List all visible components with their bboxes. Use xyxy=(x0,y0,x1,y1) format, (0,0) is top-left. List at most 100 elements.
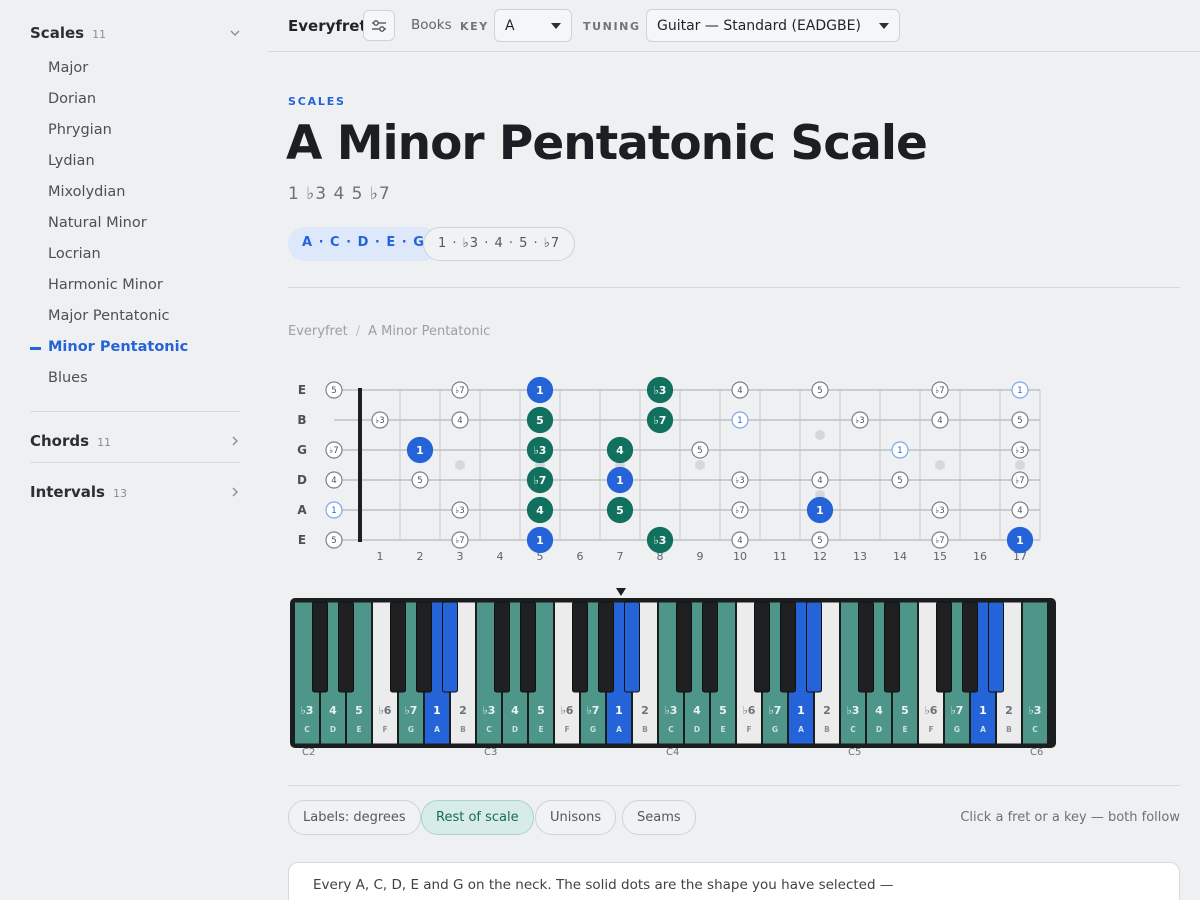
fret-dot[interactable]: ♭7 xyxy=(731,501,749,519)
rest-of-scale-toggle[interactable]: Rest of scale xyxy=(421,800,534,835)
fret-dot[interactable]: 4 xyxy=(451,411,469,429)
labels-toggle[interactable]: Labels: degrees xyxy=(288,800,421,835)
piano-black-key[interactable] xyxy=(494,601,510,693)
piano-black-key[interactable] xyxy=(624,601,640,693)
piano-black-key[interactable] xyxy=(598,601,614,693)
breadcrumb-root[interactable]: Everyfret xyxy=(288,324,348,339)
piano-black-key[interactable] xyxy=(858,601,874,693)
sidebar-item-harmonic-minor[interactable]: Harmonic Minor xyxy=(48,277,163,293)
piano-black-key[interactable] xyxy=(312,601,328,693)
sidebar-item-natural-minor[interactable]: Natural Minor xyxy=(48,215,147,231)
fret-dot[interactable]: 4 xyxy=(731,531,749,549)
fret-dot[interactable]: 4 xyxy=(1011,501,1029,519)
sidebar-item-mixolydian[interactable]: Mixolydian xyxy=(48,184,125,200)
sidebar-item-major-pentatonic[interactable]: Major Pentatonic xyxy=(48,308,170,324)
piano-white-key[interactable]: ♭3 C xyxy=(1022,601,1048,745)
fret-dot[interactable]: ♭7 xyxy=(1011,471,1029,489)
settings-button[interactable] xyxy=(363,10,395,41)
fret-dot[interactable]: 1 xyxy=(406,436,434,464)
sidebar-item-lydian[interactable]: Lydian xyxy=(48,153,95,169)
fret-dot[interactable]: ♭3 xyxy=(731,471,749,489)
piano-black-key[interactable] xyxy=(936,601,952,693)
fret-dot[interactable]: 1 xyxy=(891,441,909,459)
piano-black-key[interactable] xyxy=(520,601,536,693)
piano-black-key[interactable] xyxy=(676,601,692,693)
fret-dot[interactable]: 1 xyxy=(731,411,749,429)
fret-dot[interactable]: ♭3 xyxy=(1011,441,1029,459)
piano-black-key[interactable] xyxy=(754,601,770,693)
chords-section-header[interactable]: Chords 11 xyxy=(30,432,242,450)
brand-logo[interactable]: Everyfret xyxy=(288,17,367,35)
fret-dot[interactable]: ♭3 xyxy=(646,526,674,554)
piano-black-key[interactable] xyxy=(962,601,978,693)
fret-dot[interactable]: ♭7 xyxy=(451,531,469,549)
fret-dot[interactable]: ♭3 xyxy=(851,411,869,429)
fret-dot[interactable]: ♭3 xyxy=(451,501,469,519)
top-bar: Everyfret Books KEY A TUNING Guitar — St… xyxy=(268,0,1200,52)
fret-dot[interactable]: 5 xyxy=(1011,411,1029,429)
sidebar-item-locrian[interactable]: Locrian xyxy=(48,246,101,262)
piano-black-key[interactable] xyxy=(780,601,796,693)
piano-black-key[interactable] xyxy=(416,601,432,693)
tuning-select[interactable]: Guitar — Standard (EADGBE) xyxy=(646,9,900,42)
fret-dot[interactable]: 5 xyxy=(411,471,429,489)
fret-dot[interactable]: 5 xyxy=(691,441,709,459)
fret-dot[interactable]: 4 xyxy=(526,496,554,524)
fret-dot[interactable]: 1 xyxy=(806,496,834,524)
fret-dot[interactable]: 1 xyxy=(1006,526,1034,554)
books-link[interactable]: Books xyxy=(411,17,452,33)
fret-dot[interactable]: ♭7 xyxy=(646,406,674,434)
piano-black-key[interactable] xyxy=(338,601,354,693)
fret-dot[interactable]: 4 xyxy=(931,411,949,429)
unisons-toggle[interactable]: Unisons xyxy=(535,800,617,835)
scales-section-header[interactable]: Scales 11 xyxy=(30,24,242,42)
notes-pill[interactable]: A · C · D · E · G xyxy=(288,227,439,261)
fret-dot[interactable]: ♭7 xyxy=(931,381,949,399)
fret-dot[interactable]: 1 xyxy=(606,466,634,494)
sidebar-item-minor-pentatonic[interactable]: Minor Pentatonic xyxy=(48,339,188,355)
fret-dot[interactable]: ♭3 xyxy=(371,411,389,429)
piano-black-key[interactable] xyxy=(806,601,822,693)
sidebar-item-phrygian[interactable]: Phrygian xyxy=(48,122,112,138)
fret-dot[interactable]: 5 xyxy=(811,531,829,549)
sidebar-item-dorian[interactable]: Dorian xyxy=(48,91,96,107)
fret-dot[interactable]: 5 xyxy=(891,471,909,489)
fret-dot[interactable]: 4 xyxy=(731,381,749,399)
degrees-pill[interactable]: 1 · ♭3 · 4 · 5 · ♭7 xyxy=(423,227,576,261)
sliders-icon xyxy=(372,19,386,32)
fret-number: 1 xyxy=(377,550,384,563)
fret-dot[interactable]: 1 xyxy=(526,376,554,404)
seams-toggle[interactable]: Seams xyxy=(622,800,696,835)
fret-dot[interactable]: 5 xyxy=(325,381,343,399)
sidebar-item-major[interactable]: Major xyxy=(48,60,88,76)
piano-black-key[interactable] xyxy=(884,601,900,693)
fret-dot[interactable]: 1 xyxy=(526,526,554,554)
fret-dot[interactable]: 5 xyxy=(526,406,554,434)
fret-dot[interactable]: ♭7 xyxy=(451,381,469,399)
fret-dot[interactable]: 4 xyxy=(325,471,343,489)
piano-black-key[interactable] xyxy=(390,601,406,693)
intervals-section-header[interactable]: Intervals 13 xyxy=(30,483,242,501)
fret-dot[interactable]: ♭7 xyxy=(526,466,554,494)
fret-dot[interactable]: 1 xyxy=(1011,381,1029,399)
fret-dot[interactable]: 5 xyxy=(606,496,634,524)
fretboard[interactable]: EBGDAE1 2 3 4 5 6 7 8 9 10 11 12 13 14 15 16 175♭7415♭7 1… xyxy=(288,372,1058,567)
string-label: G xyxy=(297,443,307,457)
key-select[interactable]: A xyxy=(494,9,572,42)
fret-dot[interactable]: ♭3 xyxy=(526,436,554,464)
piano-keyboard[interactable]: ♭3 C 4 D 5 E ♭6 F ♭7 G 1 A 2 B ♭3 C 4 D 5 E ♭6 F ♭7 G 1 A 2 B ♭3 C 4 D 5… xyxy=(290,598,1056,748)
sidebar-item-blues[interactable]: Blues xyxy=(48,370,88,386)
fret-dot[interactable]: ♭3 xyxy=(646,376,674,404)
piano-black-key[interactable] xyxy=(572,601,588,693)
fret-dot[interactable]: 4 xyxy=(811,471,829,489)
piano-black-key[interactable] xyxy=(442,601,458,693)
fret-dot[interactable]: 5 xyxy=(811,381,829,399)
fret-dot[interactable]: ♭7 xyxy=(931,531,949,549)
fret-dot[interactable]: 4 xyxy=(606,436,634,464)
fret-dot[interactable]: 5 xyxy=(325,531,343,549)
fret-dot[interactable]: ♭3 xyxy=(931,501,949,519)
piano-black-key[interactable] xyxy=(988,601,1004,693)
fret-dot[interactable]: 1 xyxy=(325,501,343,519)
piano-black-key[interactable] xyxy=(702,601,718,693)
fret-dot[interactable]: ♭7 xyxy=(325,441,343,459)
